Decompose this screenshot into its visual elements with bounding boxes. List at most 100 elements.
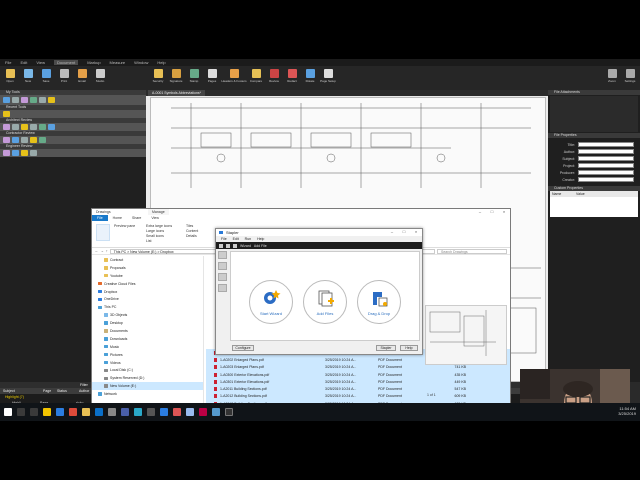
menu-edit[interactable]: Edit bbox=[20, 60, 27, 65]
stapler-menu-file[interactable]: File bbox=[221, 236, 227, 242]
menu-markup[interactable]: Markup bbox=[87, 60, 100, 65]
wizard-button[interactable]: Wizard bbox=[240, 244, 251, 248]
chrome-icon[interactable] bbox=[69, 408, 77, 416]
property-input[interactable] bbox=[578, 163, 634, 168]
file-row[interactable]: 1-A2012 Building Sections.pdf 3/25/2019 1… bbox=[206, 392, 510, 401]
file-row[interactable]: 1-A0301 Exterior Elevations.pdf 3/25/2019… bbox=[206, 378, 510, 386]
manage-tab[interactable]: Manage bbox=[148, 209, 169, 215]
app-icon-2[interactable] bbox=[121, 408, 129, 416]
preview-pane-button[interactable]: Preview pane bbox=[114, 224, 135, 228]
nav-item[interactable]: 3D Objects bbox=[92, 311, 203, 319]
app-icon-6[interactable] bbox=[173, 408, 181, 416]
file-attachments-header[interactable]: File Attachments bbox=[548, 90, 640, 95]
nav-item[interactable]: Youtube bbox=[92, 272, 203, 280]
document-tab[interactable]: A-0001 Symbols Abbreviations* bbox=[148, 90, 206, 96]
ribbon-zoom-button[interactable]: Zoom bbox=[604, 69, 620, 88]
nav-item[interactable]: Desktop bbox=[92, 319, 203, 327]
stapler-minimize-icon[interactable]: – bbox=[386, 229, 398, 235]
nav-item[interactable]: Music bbox=[92, 343, 203, 351]
app-icon-10[interactable] bbox=[225, 408, 233, 416]
file-attachments-list[interactable] bbox=[550, 96, 638, 132]
menu-window[interactable]: Window bbox=[134, 60, 148, 65]
open-icon[interactable] bbox=[226, 243, 230, 248]
menu-help[interactable]: Help bbox=[157, 60, 165, 65]
nav-item[interactable]: Network bbox=[92, 390, 203, 398]
ribbon-new-button[interactable]: New bbox=[20, 69, 36, 88]
filter-button[interactable]: Filter bbox=[80, 382, 88, 388]
menu-file[interactable]: File bbox=[5, 60, 11, 65]
side-button-3[interactable] bbox=[218, 273, 227, 281]
side-button-2[interactable] bbox=[218, 262, 227, 270]
column-name[interactable]: Name bbox=[550, 191, 576, 197]
app-icon-8[interactable] bbox=[199, 408, 207, 416]
stapler-run-button[interactable]: Stapler bbox=[376, 345, 396, 351]
app-icon-7[interactable] bbox=[186, 408, 194, 416]
markups-column-page[interactable]: Page bbox=[40, 388, 54, 394]
help-button[interactable]: Help bbox=[400, 345, 418, 351]
folder-icon[interactable] bbox=[82, 408, 90, 416]
ribbon-settings-button[interactable]: Settings bbox=[622, 69, 638, 88]
property-input[interactable] bbox=[578, 170, 634, 175]
start-wizard-button[interactable]: Start Wizard bbox=[249, 280, 293, 324]
search-icon[interactable] bbox=[17, 408, 25, 416]
stapler-close-icon[interactable]: × bbox=[410, 229, 422, 235]
side-button-4[interactable] bbox=[218, 284, 227, 292]
outlook-icon[interactable] bbox=[95, 408, 103, 416]
edge-icon[interactable] bbox=[56, 408, 64, 416]
task-view-icon[interactable] bbox=[30, 408, 38, 416]
markups-column-subject[interactable]: Subject bbox=[0, 388, 40, 394]
minimize-icon[interactable]: – bbox=[474, 209, 486, 215]
property-input[interactable] bbox=[578, 142, 634, 147]
ribbon-signature-button[interactable]: Signature bbox=[168, 69, 184, 88]
back-arrow-icon[interactable]: ← bbox=[95, 249, 99, 253]
property-input[interactable] bbox=[578, 149, 634, 154]
up-arrow-icon[interactable]: ↑ bbox=[106, 249, 108, 253]
side-button-1[interactable] bbox=[218, 251, 227, 259]
ribbon-compare-button[interactable]: Compare bbox=[248, 69, 264, 88]
windows-start-icon[interactable] bbox=[4, 408, 12, 416]
app-icon-5[interactable] bbox=[160, 408, 168, 416]
drag-drop-button[interactable]: Drag & Drop bbox=[357, 280, 401, 324]
stapler-maximize-icon[interactable]: □ bbox=[398, 229, 410, 235]
close-icon[interactable]: × bbox=[498, 209, 510, 215]
ribbon-review-button[interactable]: Review bbox=[266, 69, 282, 88]
nav-item[interactable]: Proposals bbox=[92, 264, 203, 272]
property-input[interactable] bbox=[578, 177, 634, 182]
file-row[interactable]: 1-A0300 Exterior Elevations.pdf 3/25/2019… bbox=[206, 370, 510, 379]
nav-item[interactable]: Local Disk (C:) bbox=[92, 366, 203, 374]
configure-button[interactable]: Configure bbox=[232, 345, 254, 351]
navigation-pane-button[interactable] bbox=[96, 224, 110, 241]
stapler-menu-help[interactable]: Help bbox=[257, 236, 264, 242]
save-icon[interactable] bbox=[233, 243, 237, 248]
nav-item[interactable]: Dropbox bbox=[92, 288, 203, 296]
ribbon-email-button[interactable]: Email bbox=[74, 69, 90, 88]
ribbon-security-button[interactable]: Security bbox=[150, 69, 166, 88]
nav-item[interactable]: Downloads bbox=[92, 335, 203, 343]
nav-item[interactable]: Contract bbox=[92, 256, 203, 264]
nav-item[interactable]: This PC bbox=[92, 303, 203, 311]
ribbon-page-setup-button[interactable]: Page Setup bbox=[320, 69, 336, 88]
nav-item[interactable]: Creative Cloud Files bbox=[92, 280, 203, 288]
ribbon-print-button[interactable]: Print bbox=[56, 69, 72, 88]
ribbon-pages-button[interactable]: Pages bbox=[204, 69, 220, 88]
layout-option[interactable]: List bbox=[146, 239, 172, 244]
menu-document[interactable]: Document bbox=[53, 60, 79, 65]
file-explorer-icon[interactable] bbox=[43, 408, 51, 416]
markups-column-status[interactable]: Status bbox=[54, 388, 76, 394]
ribbon-stamp-button[interactable]: Stamp bbox=[186, 69, 202, 88]
ribbon-open-button[interactable]: Open bbox=[2, 69, 18, 88]
new-icon[interactable] bbox=[219, 243, 223, 248]
search-input[interactable]: Search Drawings bbox=[437, 248, 507, 254]
stapler-menu-run[interactable]: Run bbox=[245, 236, 251, 242]
nav-item[interactable]: OneDrive bbox=[92, 295, 203, 303]
ribbon-redact-button[interactable]: Redact bbox=[284, 69, 300, 88]
stapler-menu-edit[interactable]: Edit bbox=[233, 236, 239, 242]
maximize-icon[interactable]: □ bbox=[486, 209, 498, 215]
menu-view[interactable]: View bbox=[36, 60, 45, 65]
forward-arrow-icon[interactable]: → bbox=[101, 249, 105, 253]
app-icon-4[interactable] bbox=[147, 408, 155, 416]
ribbon-headers-footers-button[interactable]: Headers & Footers bbox=[221, 69, 247, 88]
file-row[interactable]: 1-A2011 Building Sections.pdf 3/25/2019 1… bbox=[206, 385, 510, 393]
app-icon-9[interactable] bbox=[212, 408, 220, 416]
ribbon-save-button[interactable]: Save bbox=[38, 69, 54, 88]
